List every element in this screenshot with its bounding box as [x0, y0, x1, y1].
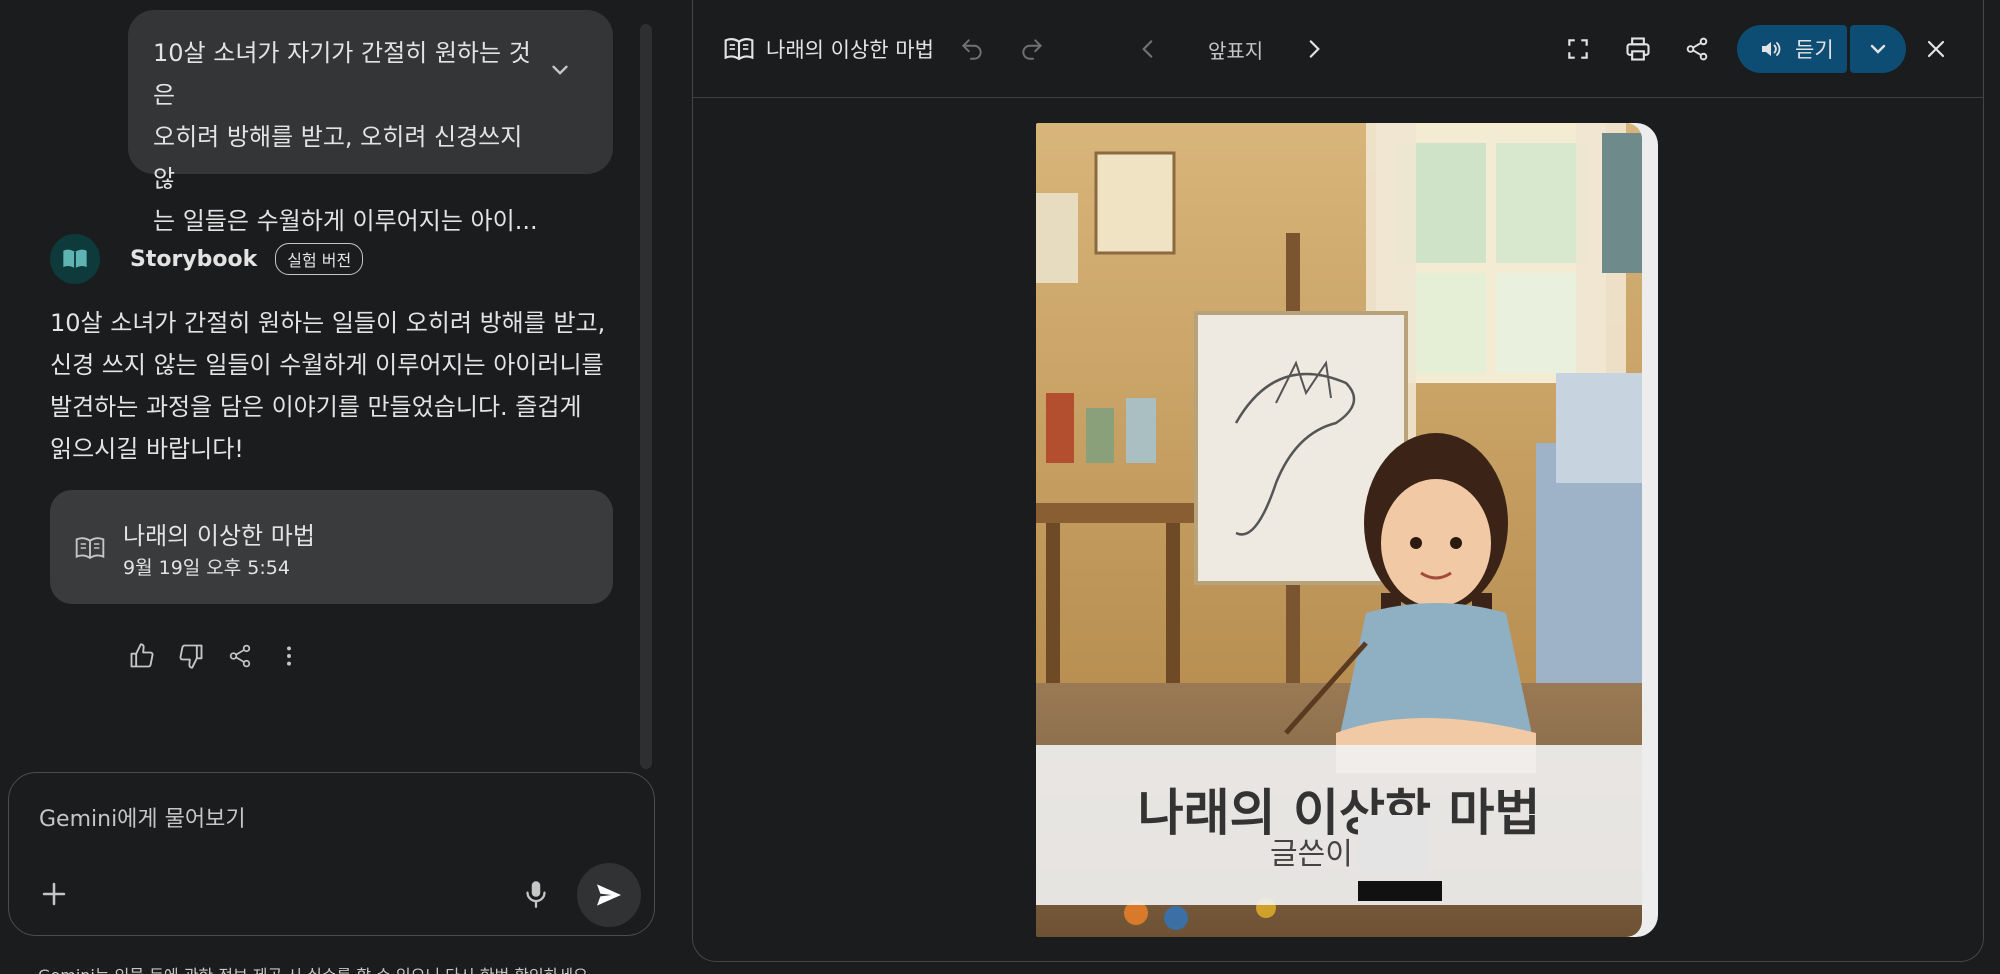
- bot-message: 10살 소녀가 간절히 원하는 일들이 오히려 방해를 받고, 신경 쓰지 않는…: [50, 309, 606, 463]
- page-indicator: 앞표지: [1208, 39, 1264, 63]
- bot-header: Storybook 실험 버전: [50, 234, 364, 284]
- user-prompt-line: 오히려 방해를 받고, 오히려 신경쓰지 않: [153, 123, 523, 193]
- chat-scrollbar[interactable]: [640, 24, 652, 769]
- close-icon[interactable]: [1921, 34, 1951, 64]
- share-icon[interactable]: [1682, 34, 1712, 64]
- cover-author-label: 글쓴이: [1270, 837, 1353, 872]
- print-icon[interactable]: [1623, 34, 1653, 64]
- thumbs-down-icon[interactable]: [175, 640, 207, 672]
- chevron-down-icon[interactable]: [547, 54, 573, 80]
- send-icon: [597, 884, 621, 906]
- chat-panel: 10살 소녀가 자기가 간절히 원하는 것은 오히려 방해를 받고, 오히려 신…: [0, 0, 660, 974]
- story-card-title: 나래의 이상한 마법: [123, 522, 315, 550]
- disclaimer-text: Gemini는 인물 등에 관한 정보 제공 시 실수를 할 수 있으니 다시 …: [38, 962, 593, 974]
- fullscreen-icon[interactable]: [1563, 34, 1593, 64]
- book-icon: [74, 532, 106, 564]
- more-vert-icon[interactable]: [273, 640, 305, 672]
- prompt-input[interactable]: Gemini에게 물어보기: [8, 772, 655, 936]
- storybook-avatar-icon: [50, 234, 100, 284]
- viewer-title: 나래의 이상한 마법: [766, 38, 934, 62]
- redacted-author-name: [1358, 815, 1428, 875]
- experimental-badge: 실험 버전: [275, 243, 364, 275]
- plus-icon[interactable]: [37, 877, 71, 911]
- speaker-icon: [1762, 42, 1781, 56]
- storybook-viewer: 나래의 이상한 마법 앞표지 듣기 나래의 이상한 마법 글쓴이: [692, 0, 1984, 962]
- user-prompt-line: 10살 소녀가 자기가 간절히 원하는 것은: [153, 39, 531, 109]
- cover-illustration: 나래의 이상한 마법 글쓴이: [1036, 123, 1642, 937]
- story-card-date: 9월 19일 오후 5:54: [123, 557, 290, 579]
- share-icon[interactable]: [224, 640, 256, 672]
- viewer-toolbar: 나래의 이상한 마법 앞표지 듣기: [693, 0, 1983, 98]
- send-button[interactable]: [577, 863, 641, 927]
- prompt-placeholder: Gemini에게 물어보기: [39, 807, 246, 832]
- redaction-bar: [1358, 881, 1442, 901]
- book-cover[interactable]: 나래의 이상한 마법 글쓴이: [1036, 123, 1658, 937]
- response-actions: [126, 640, 322, 672]
- undo-icon[interactable]: [957, 34, 987, 64]
- next-page-icon[interactable]: [1299, 34, 1329, 64]
- book-icon: [723, 33, 755, 65]
- app-root: 10살 소녀가 자기가 간절히 원하는 것은 오히려 방해를 받고, 오히려 신…: [0, 0, 2000, 974]
- mic-icon[interactable]: [519, 877, 553, 911]
- chevron-down-icon: [1870, 44, 1886, 54]
- previous-page-icon[interactable]: [1133, 34, 1163, 64]
- listen-options-button[interactable]: [1850, 25, 1906, 73]
- listen-label: 듣기: [1795, 38, 1834, 62]
- bot-name: Storybook: [130, 246, 258, 272]
- listen-button[interactable]: 듣기: [1737, 25, 1847, 73]
- thumbs-up-icon[interactable]: [126, 640, 158, 672]
- redo-icon[interactable]: [1017, 34, 1047, 64]
- user-prompt-bubble: 10살 소녀가 자기가 간절히 원하는 것은 오히려 방해를 받고, 오히려 신…: [128, 10, 613, 235]
- story-card[interactable]: 나래의 이상한 마법 9월 19일 오후 5:54: [50, 490, 613, 604]
